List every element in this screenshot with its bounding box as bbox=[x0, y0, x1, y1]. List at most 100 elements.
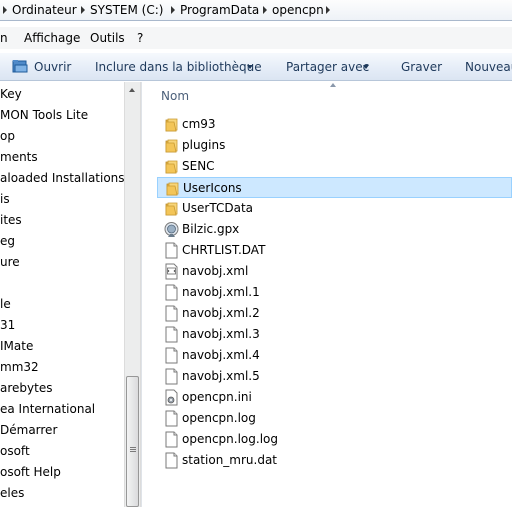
file-icon bbox=[164, 410, 179, 427]
file-name: navobj.xml.3 bbox=[182, 327, 260, 341]
ini-file-icon bbox=[164, 389, 179, 406]
file-row[interactable]: navobj.xml.1 bbox=[157, 282, 512, 303]
file-row[interactable]: opencpn.log bbox=[157, 408, 512, 429]
file-name: station_mru.dat bbox=[182, 453, 278, 467]
dropdown-arrow-icon[interactable] bbox=[363, 65, 369, 69]
xml-file-icon bbox=[164, 263, 179, 280]
file-icon bbox=[164, 368, 179, 385]
include-in-library-button[interactable]: Inclure dans la bibliothèque bbox=[95, 60, 262, 74]
file-name: navobj.xml bbox=[182, 264, 249, 278]
file-row[interactable]: plugins bbox=[157, 135, 512, 156]
chevron-right-icon[interactable] bbox=[81, 6, 85, 14]
file-row[interactable]: opencpn.ini bbox=[157, 387, 512, 408]
file-icon bbox=[164, 284, 179, 301]
file-row[interactable]: navobj.xml.2 bbox=[157, 303, 512, 324]
open-folder-icon[interactable] bbox=[12, 59, 28, 74]
file-name: SENC bbox=[182, 159, 215, 173]
nav-item[interactable]: op bbox=[0, 129, 15, 143]
file-name: opencpn.ini bbox=[182, 390, 252, 404]
nav-item[interactable]: le bbox=[0, 297, 11, 311]
menu-edit[interactable]: n bbox=[0, 31, 8, 45]
file-name: Bilzic.gpx bbox=[182, 222, 240, 236]
new-folder-button[interactable]: Nouveau bbox=[465, 60, 512, 74]
grip-line bbox=[130, 451, 136, 452]
nav-scrollbar[interactable] bbox=[124, 82, 141, 507]
nav-item[interactable]: IMate bbox=[0, 339, 33, 353]
nav-item[interactable]: ites bbox=[0, 213, 22, 227]
menu-outils[interactable]: Outils bbox=[90, 31, 125, 45]
chevron-right-icon[interactable] bbox=[263, 6, 267, 14]
scroll-up-arrow-icon[interactable] bbox=[125, 82, 140, 99]
breadcrumb-system-drive[interactable]: SYSTEM (C:) bbox=[90, 3, 163, 17]
breadcrumb-programdata[interactable]: ProgramData bbox=[180, 3, 259, 17]
file-row[interactable]: Bilzic.gpx bbox=[157, 219, 512, 240]
menu-bar: n Affichage Outils ? bbox=[0, 27, 512, 49]
file-row[interactable]: CHRTLIST.DAT bbox=[157, 240, 512, 261]
breadcrumb-ordinateur[interactable]: Ordinateur bbox=[12, 3, 77, 17]
nav-item[interactable]: eg bbox=[0, 234, 15, 248]
nav-item[interactable]: 31 bbox=[0, 318, 15, 332]
file-row[interactable]: station_mru.dat bbox=[157, 450, 512, 471]
address-bar[interactable]: Ordinateur SYSTEM (C:) ProgramData openc… bbox=[0, 0, 512, 21]
file-name: navobj.xml.2 bbox=[182, 306, 260, 320]
grip-line bbox=[130, 449, 136, 450]
folder-icon bbox=[164, 200, 179, 217]
nav-item[interactable]: arebytes bbox=[0, 381, 52, 395]
open-button[interactable]: Ouvrir bbox=[34, 60, 71, 74]
file-name: cm93 bbox=[182, 117, 216, 131]
nav-item[interactable]: Démarrer bbox=[0, 423, 57, 437]
nav-item[interactable]: osoft bbox=[0, 444, 30, 458]
folder-icon bbox=[164, 137, 179, 154]
folder-icon bbox=[165, 180, 180, 197]
file-name: CHRTLIST.DAT bbox=[182, 243, 266, 257]
chevron-right-icon[interactable] bbox=[171, 6, 175, 14]
file-name: opencpn.log.log bbox=[182, 432, 278, 446]
file-icon bbox=[164, 326, 179, 343]
file-row[interactable]: navobj.xml.4 bbox=[157, 345, 512, 366]
nav-item[interactable]: Key bbox=[0, 87, 22, 101]
sort-ascending-icon bbox=[330, 83, 336, 87]
nav-item[interactable]: is bbox=[0, 192, 10, 206]
file-row[interactable]: SENC bbox=[157, 156, 512, 177]
nav-item[interactable]: ea International bbox=[0, 402, 95, 416]
dropdown-arrow-icon[interactable] bbox=[247, 65, 253, 69]
file-name: UserIcons bbox=[183, 181, 242, 195]
nav-item[interactable]: MON Tools Lite bbox=[0, 108, 88, 122]
file-name: navobj.xml.5 bbox=[182, 369, 260, 383]
file-row[interactable]: UserIcons bbox=[157, 177, 512, 198]
navigation-pane: Key MON Tools Lite op ments aloaded Inst… bbox=[0, 82, 124, 507]
file-row[interactable]: UserTCData bbox=[157, 198, 512, 219]
nav-item[interactable]: ure bbox=[0, 255, 20, 269]
file-row[interactable]: opencpn.log.log bbox=[157, 429, 512, 450]
chevron-right-icon[interactable] bbox=[326, 6, 330, 14]
nav-item[interactable]: osoft Help bbox=[0, 465, 61, 479]
file-name: navobj.xml.1 bbox=[182, 285, 260, 299]
gpx-file-icon bbox=[164, 221, 179, 238]
file-name: plugins bbox=[182, 138, 226, 152]
share-with-button[interactable]: Partager avec bbox=[286, 60, 369, 74]
column-header-name[interactable]: Nom bbox=[161, 89, 189, 103]
file-row[interactable]: navobj.xml bbox=[157, 261, 512, 282]
nav-item[interactable]: ments bbox=[0, 150, 38, 164]
file-icon bbox=[164, 242, 179, 259]
file-name: opencpn.log bbox=[182, 411, 256, 425]
folder-icon bbox=[164, 116, 179, 133]
file-row[interactable]: navobj.xml.3 bbox=[157, 324, 512, 345]
chevron-right-icon[interactable] bbox=[3, 6, 7, 14]
file-name: UserTCData bbox=[182, 201, 254, 215]
file-row[interactable]: cm93 bbox=[157, 114, 512, 135]
grip-line bbox=[130, 447, 136, 448]
nav-item[interactable]: mm32 bbox=[0, 360, 39, 374]
burn-button[interactable]: Graver bbox=[401, 60, 442, 74]
file-name: navobj.xml.4 bbox=[182, 348, 260, 362]
menu-help[interactable]: ? bbox=[137, 31, 143, 45]
file-icon bbox=[164, 452, 179, 469]
file-row[interactable]: navobj.xml.5 bbox=[157, 366, 512, 387]
nav-item[interactable]: aloaded Installations bbox=[0, 171, 124, 185]
menu-affichage[interactable]: Affichage bbox=[24, 31, 80, 45]
breadcrumb-opencpn[interactable]: opencpn bbox=[272, 3, 324, 17]
file-icon bbox=[164, 347, 179, 364]
file-icon bbox=[164, 431, 179, 448]
nav-item[interactable]: eles bbox=[0, 486, 24, 500]
scrollbar-thumb[interactable] bbox=[126, 376, 139, 507]
